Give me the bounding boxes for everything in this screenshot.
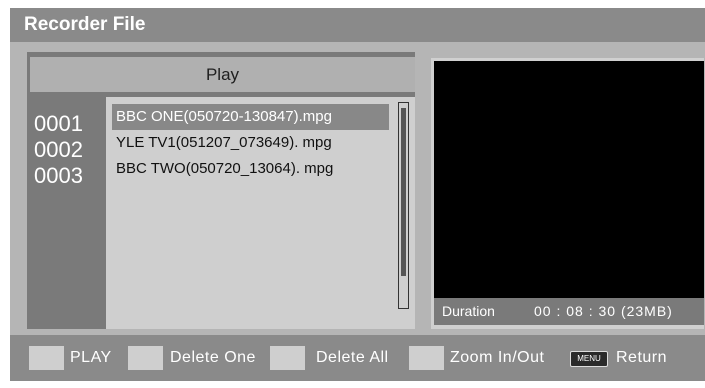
file-list-panel: Play 0001 0002 0003 BBC ONE(050720-13084… xyxy=(27,52,415,329)
index-number: 0003 xyxy=(34,163,83,188)
delete-all-key-swatch[interactable] xyxy=(270,346,305,370)
preview-panel: Duration 00 : 08 : 30 (23MB) xyxy=(431,58,704,329)
duration-bar: Duration 00 : 08 : 30 (23MB) xyxy=(434,298,704,325)
return-label[interactable]: Return xyxy=(616,346,667,370)
zoom-key-swatch[interactable] xyxy=(409,346,444,370)
delete-all-label[interactable]: Delete All xyxy=(316,346,389,370)
footer-bar: PLAY Delete One Delete All Zoom In/Out M… xyxy=(10,335,705,381)
index-number: 0002 xyxy=(34,137,83,162)
menu-key-icon[interactable]: MENU xyxy=(570,351,608,367)
delete-one-key-swatch[interactable] xyxy=(128,346,163,370)
duration-label: Duration xyxy=(442,303,495,319)
play-key-swatch[interactable] xyxy=(29,346,64,370)
scrollbar[interactable] xyxy=(398,102,409,309)
file-row-selected[interactable]: BBC ONE(050720-130847).mpg xyxy=(112,104,389,130)
scrollbar-thumb[interactable] xyxy=(401,108,406,276)
index-column: 0001 0002 0003 xyxy=(30,97,106,329)
recorder-file-screen: Recorder File Play 0001 0002 0003 BBC ON… xyxy=(10,8,705,381)
play-label[interactable]: PLAY xyxy=(70,346,112,370)
list-header: Play xyxy=(30,57,415,92)
file-list: BBC ONE(050720-130847).mpg YLE TV1(05120… xyxy=(106,97,415,329)
duration-value: 00 : 08 : 30 (23MB) xyxy=(534,303,673,319)
index-number: 0001 xyxy=(34,111,83,136)
video-preview xyxy=(434,61,704,298)
file-row[interactable]: YLE TV1(051207_073649). mpg xyxy=(112,130,332,156)
zoom-label[interactable]: Zoom In/Out xyxy=(450,346,544,370)
delete-one-label[interactable]: Delete One xyxy=(170,346,256,370)
window-title: Recorder File xyxy=(10,8,705,42)
file-row[interactable]: BBC TWO(050720_13064). mpg xyxy=(112,156,333,182)
